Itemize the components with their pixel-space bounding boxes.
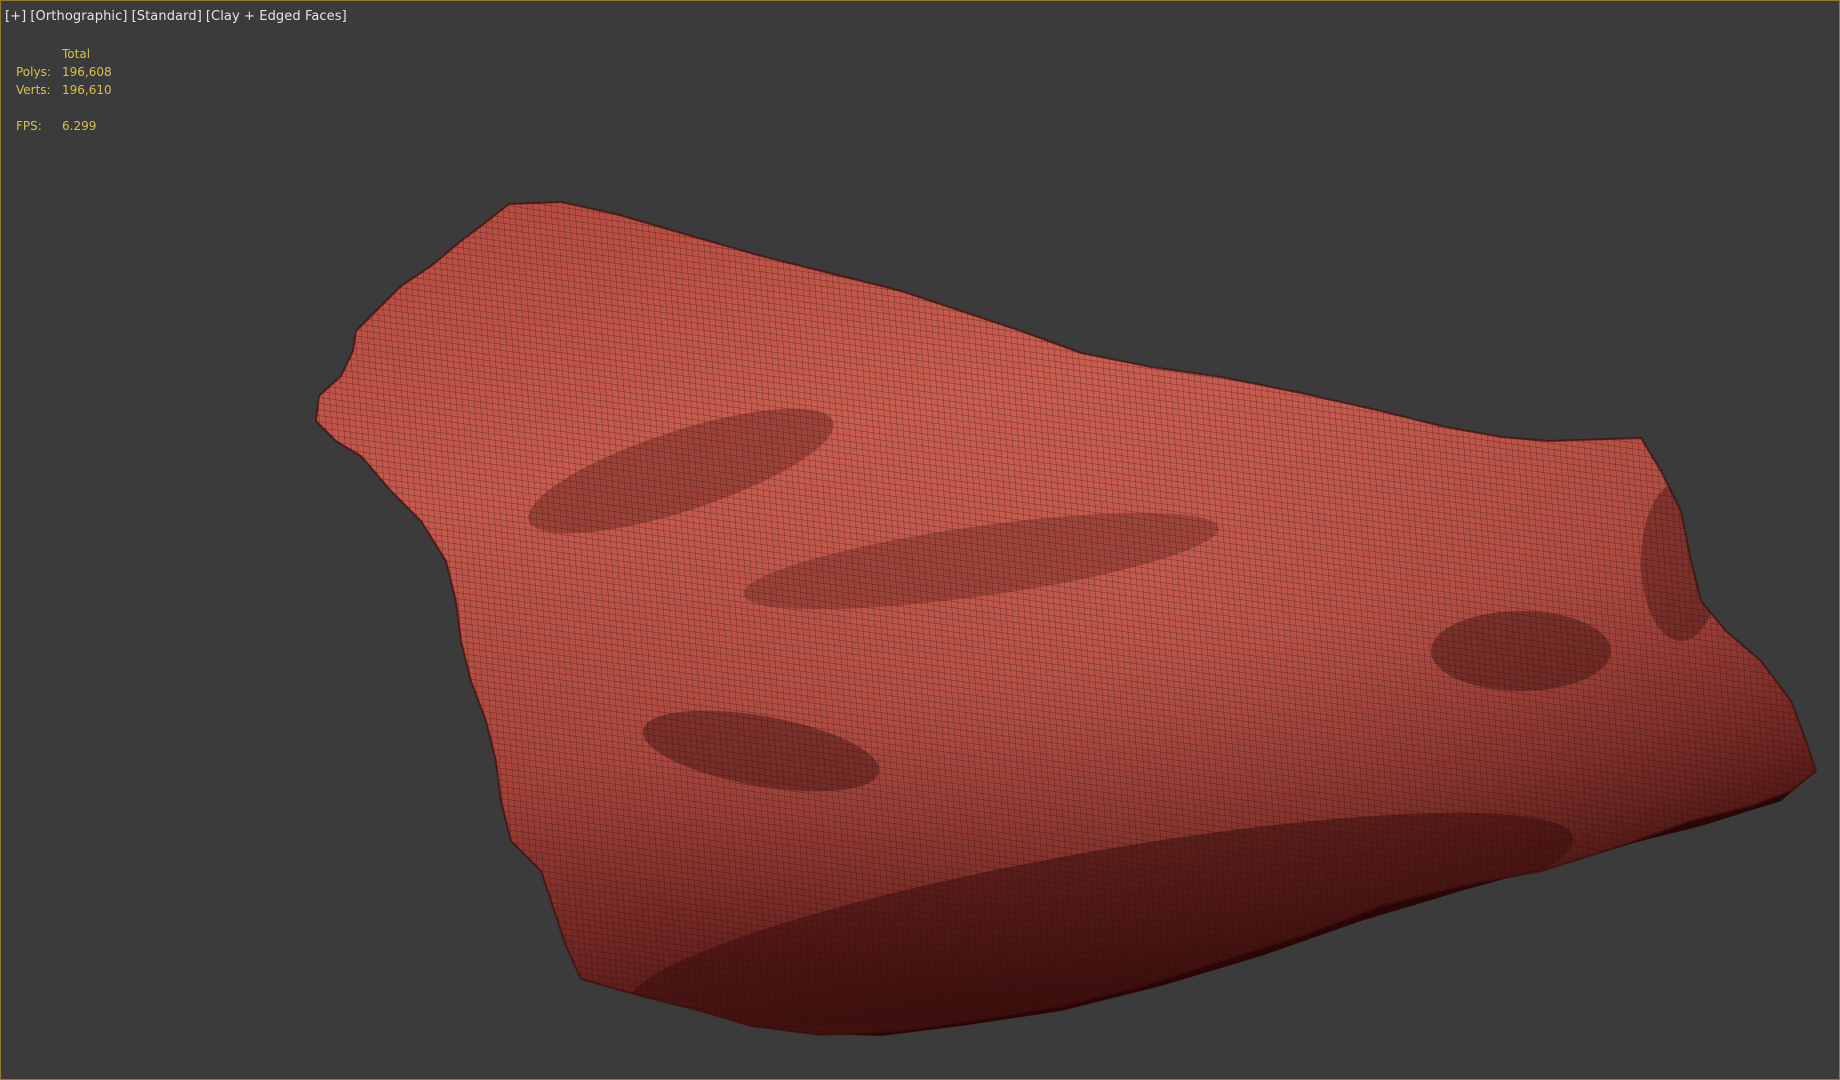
perspective-viewport[interactable]: [+] [Orthographic] [Standard] [Clay + Edged… [0,0,1840,1080]
rock-mesh-icon[interactable] [1,1,1839,1079]
